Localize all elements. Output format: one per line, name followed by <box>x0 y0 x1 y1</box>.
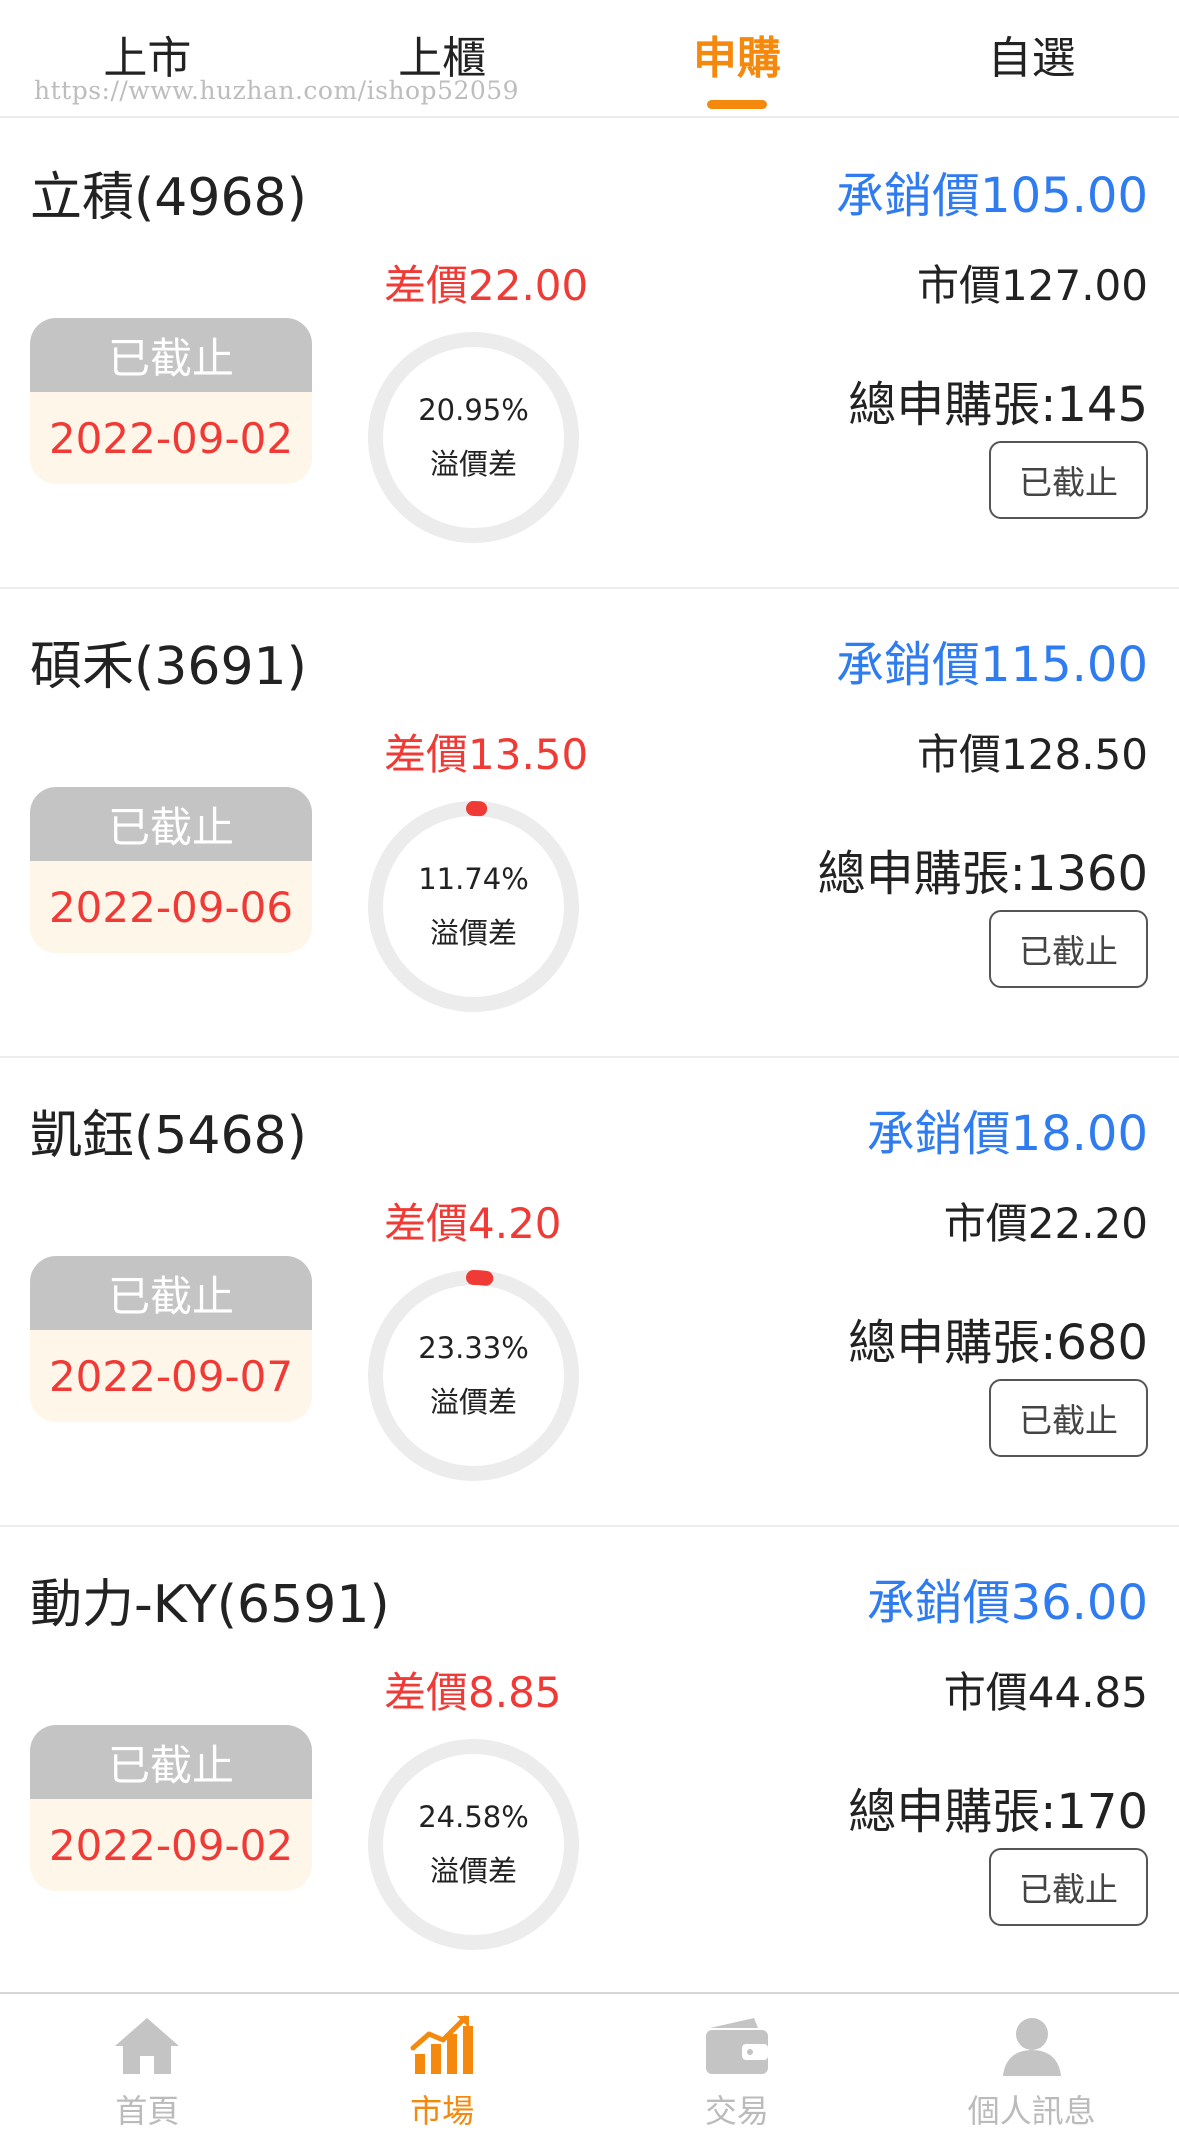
nav-label: 首頁 <box>115 2092 180 2130</box>
market-chart-icon <box>410 2015 474 2074</box>
stock-name: 立積(4968) <box>30 168 307 228</box>
tab-watchlist[interactable]: 自選 <box>884 0 1179 116</box>
ring-text: 24.58% 溢價差 <box>366 1737 581 1952</box>
premium-ring: 11.74% 溢價差 <box>366 799 581 1014</box>
nav-label: 個人訊息 <box>967 2092 1096 2130</box>
premium-ring: 20.95% 溢價差 <box>366 330 581 545</box>
underwriting-price: 承銷價115.00 <box>836 637 1148 693</box>
premium-label: 溢價差 <box>429 915 517 950</box>
stock-name: 碩禾(3691) <box>30 637 307 697</box>
premium-ring: 23.33% 溢價差 <box>366 1268 581 1483</box>
premium-ring: 24.58% 溢價差 <box>366 1737 581 1952</box>
premium-percentage: 20.95% <box>418 392 529 427</box>
status-box: 已截止 2022-09-06 <box>30 787 312 953</box>
home-icon <box>115 2018 180 2074</box>
closed-button[interactable]: 已截止 <box>989 910 1148 988</box>
premium-percentage: 11.74% <box>418 861 529 896</box>
stock-name: 凱鈺(5468) <box>30 1106 307 1166</box>
total-subscription: 總申購張:145 <box>848 377 1148 433</box>
underwriting-price: 承銷價18.00 <box>866 1106 1148 1162</box>
closed-button[interactable]: 已截止 <box>989 1848 1148 1926</box>
premium-label: 溢價差 <box>429 446 517 481</box>
nav-item-market[interactable]: 市場 <box>295 1994 590 2138</box>
nav-label: 市場 <box>410 2092 475 2130</box>
premium-percentage: 24.58% <box>418 1799 529 1834</box>
nav-item-home[interactable]: 首頁 <box>0 1994 295 2138</box>
price-difference: 差價8.85 <box>384 1668 562 1717</box>
market-price: 市價127.00 <box>917 261 1148 310</box>
subscription-card[interactable]: 凱鈺(5468) 承銷價18.00 差價4.20 市價22.20 已截止 202… <box>0 1058 1179 1527</box>
status-date: 2022-09-07 <box>48 1351 294 1401</box>
premium-label: 溢價差 <box>429 1853 517 1888</box>
status-label: 已截止 <box>30 1256 312 1330</box>
total-subscription: 總申購張:1360 <box>817 846 1148 902</box>
status-box: 已截止 2022-09-02 <box>30 318 312 484</box>
nav-item-trade[interactable]: 交易 <box>590 1994 885 2138</box>
market-price: 市價44.85 <box>943 1668 1148 1717</box>
total-subscription: 總申購張:170 <box>848 1784 1148 1840</box>
closed-button[interactable]: 已截止 <box>989 441 1148 519</box>
watermark-text: https://www.huzhan.com/ishop52059 <box>34 76 520 105</box>
price-difference: 差價22.00 <box>384 261 589 310</box>
premium-percentage: 23.33% <box>418 1330 529 1365</box>
price-difference: 差價13.50 <box>384 730 589 779</box>
ring-text: 23.33% 溢價差 <box>366 1268 581 1483</box>
wallet-icon <box>705 2018 768 2074</box>
top-tab-bar: 上市 上櫃 申購 自選 https://www.huzhan.com/ishop… <box>0 0 1179 118</box>
subscription-list: 立積(4968) 承銷價105.00 差價22.00 市價127.00 已截止 … <box>0 120 1179 1996</box>
market-price: 市價22.20 <box>943 1199 1148 1248</box>
tab-label: 申購 <box>692 33 781 84</box>
subscription-card[interactable]: 碩禾(3691) 承銷價115.00 差價13.50 市價128.50 已截止 … <box>0 589 1179 1058</box>
status-date: 2022-09-02 <box>48 1820 294 1870</box>
status-label: 已截止 <box>30 1725 312 1799</box>
user-icon <box>1002 2018 1061 2076</box>
bottom-nav: 首頁 市場 交易 個人訊息 <box>0 1992 1179 2138</box>
stock-name: 動力-KY(6591) <box>30 1575 390 1635</box>
ring-text: 20.95% 溢價差 <box>366 330 581 545</box>
status-box: 已截止 2022-09-07 <box>30 1256 312 1422</box>
status-box: 已截止 2022-09-02 <box>30 1725 312 1891</box>
market-price: 市價128.50 <box>917 730 1148 779</box>
nav-item-profile[interactable]: 個人訊息 <box>884 1994 1179 2138</box>
underwriting-price: 承銷價36.00 <box>866 1575 1148 1631</box>
tab-label: 自選 <box>987 33 1076 84</box>
premium-label: 溢價差 <box>429 1384 517 1419</box>
tab-indicator <box>706 100 767 109</box>
underwriting-price: 承銷價105.00 <box>836 168 1148 224</box>
price-difference: 差價4.20 <box>384 1199 562 1248</box>
total-subscription: 總申購張:680 <box>848 1315 1148 1371</box>
tab-subscription[interactable]: 申購 <box>590 0 885 116</box>
status-date: 2022-09-06 <box>48 882 294 932</box>
subscription-card[interactable]: 立積(4968) 承銷價105.00 差價22.00 市價127.00 已截止 … <box>0 120 1179 589</box>
ring-text: 11.74% 溢價差 <box>366 799 581 1014</box>
closed-button[interactable]: 已截止 <box>989 1379 1148 1457</box>
nav-label: 交易 <box>704 2092 769 2130</box>
subscription-card[interactable]: 動力-KY(6591) 承銷價36.00 差價8.85 市價44.85 已截止 … <box>0 1527 1179 1996</box>
status-date: 2022-09-02 <box>48 413 294 463</box>
status-label: 已截止 <box>30 787 312 861</box>
status-label: 已截止 <box>30 318 312 392</box>
